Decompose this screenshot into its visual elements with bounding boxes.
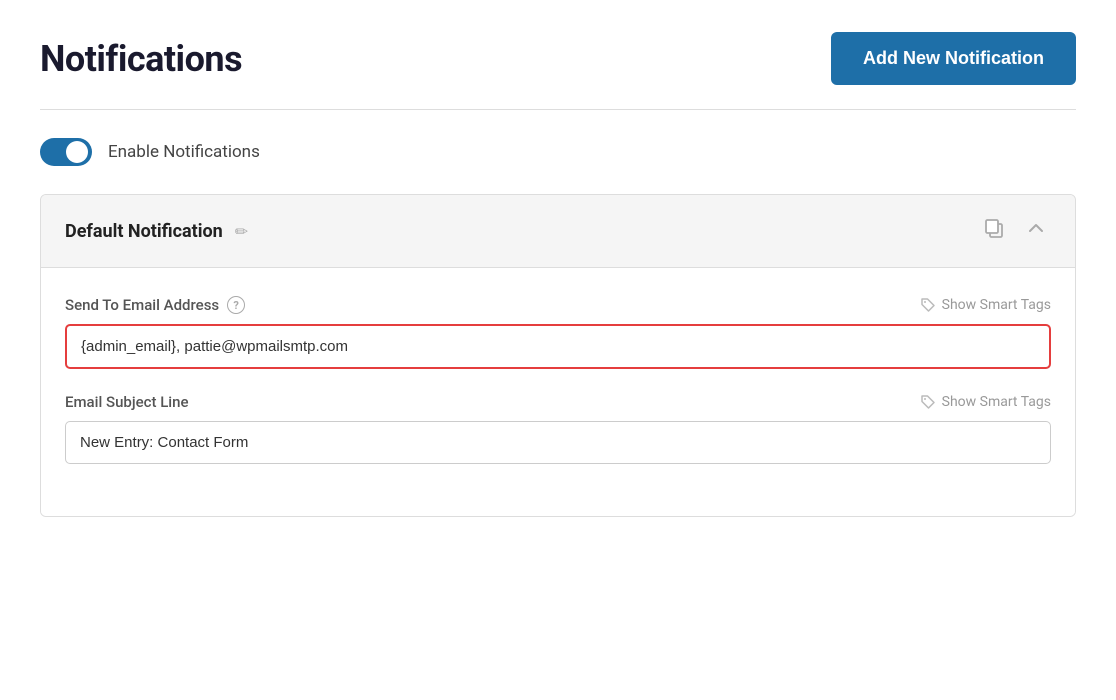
email-subject-label-row: Email Subject Line Show Smart Tags <box>65 393 1051 411</box>
notification-card-header: Default Notification ✏ <box>41 195 1075 268</box>
duplicate-icon <box>983 217 1005 239</box>
email-subject-label-left: Email Subject Line <box>65 393 189 411</box>
edit-title-icon[interactable]: ✏ <box>235 222 248 241</box>
header-divider <box>40 109 1076 110</box>
send-to-email-field-row: Send To Email Address ? Show Smart Tags <box>65 296 1051 369</box>
send-to-email-label-left: Send To Email Address ? <box>65 296 245 314</box>
notification-card-title: Default Notification <box>65 221 223 242</box>
notification-title-row: Default Notification ✏ <box>65 221 248 242</box>
collapse-notification-button[interactable] <box>1021 213 1051 249</box>
notification-card: Default Notification ✏ <box>40 194 1076 517</box>
send-to-email-input[interactable] <box>65 324 1051 369</box>
page-header: Notifications Add New Notification <box>40 32 1076 85</box>
enable-notifications-row: Enable Notifications <box>40 138 1076 166</box>
smart-tag-icon-1 <box>920 297 936 313</box>
email-subject-input[interactable] <box>65 421 1051 464</box>
add-notification-button[interactable]: Add New Notification <box>831 32 1076 85</box>
email-subject-field-row: Email Subject Line Show Smart Tags <box>65 393 1051 464</box>
send-to-email-help-icon[interactable]: ? <box>227 296 245 314</box>
send-to-email-smart-tags-label: Show Smart Tags <box>942 297 1051 313</box>
collapse-icon <box>1025 217 1047 239</box>
send-to-email-label-row: Send To Email Address ? Show Smart Tags <box>65 296 1051 314</box>
email-subject-label: Email Subject Line <box>65 393 189 411</box>
enable-notifications-label: Enable Notifications <box>108 142 260 162</box>
send-to-email-label: Send To Email Address <box>65 296 219 314</box>
page-title: Notifications <box>40 38 242 80</box>
duplicate-notification-button[interactable] <box>979 213 1009 249</box>
email-subject-smart-tags-label: Show Smart Tags <box>942 394 1051 410</box>
notification-card-body: Send To Email Address ? Show Smart Tags <box>41 268 1075 516</box>
send-to-email-smart-tags-button[interactable]: Show Smart Tags <box>920 297 1051 313</box>
card-header-actions <box>979 213 1051 249</box>
toggle-slider <box>40 138 92 166</box>
email-subject-smart-tags-button[interactable]: Show Smart Tags <box>920 394 1051 410</box>
enable-notifications-toggle[interactable] <box>40 138 92 166</box>
smart-tag-icon-2 <box>920 394 936 410</box>
